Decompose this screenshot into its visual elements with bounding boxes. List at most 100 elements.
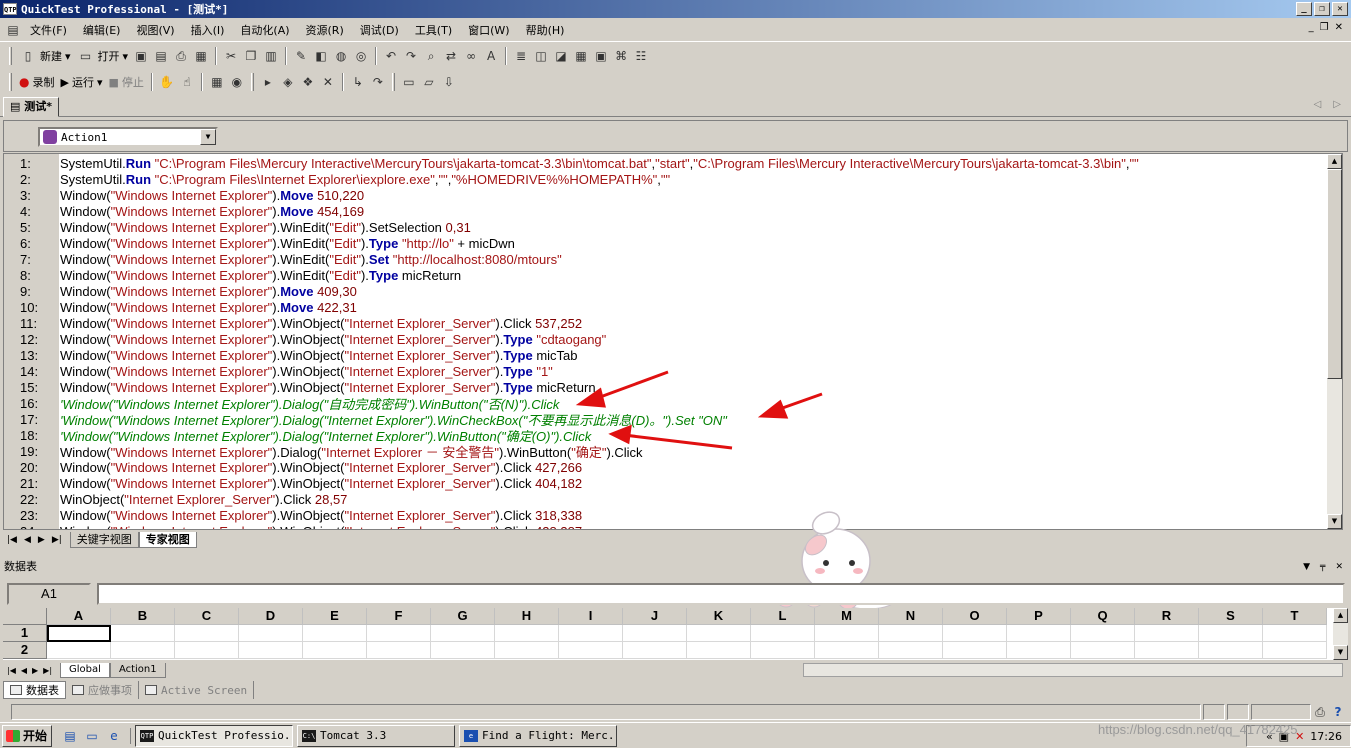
- open-button[interactable]: ▭ 打开 ▾: [75, 47, 131, 65]
- code-line[interactable]: 7: Window("Windows Internet Explorer").Wi…: [4, 251, 1332, 267]
- comment-icon[interactable]: ◫: [532, 47, 550, 65]
- menu-window[interactable]: 窗口(W): [460, 22, 517, 38]
- replace-icon[interactable]: ⇄: [442, 47, 460, 65]
- tab-todo[interactable]: 应做事项: [66, 681, 139, 699]
- grid-cell[interactable]: [751, 642, 815, 659]
- menu-insert[interactable]: 插入(I): [183, 22, 233, 38]
- scroll-up-button[interactable]: ▲: [1327, 154, 1342, 169]
- formula-input[interactable]: [97, 583, 1345, 605]
- task-qtp[interactable]: QTP QuickTest Professio...: [135, 724, 293, 747]
- column-header[interactable]: C: [175, 608, 239, 625]
- task-tomcat[interactable]: C:\ Tomcat 3.3: [297, 724, 455, 747]
- row-header[interactable]: 2: [3, 642, 47, 659]
- new-button[interactable]: ▯ 新建 ▾: [17, 47, 73, 65]
- outline-icon[interactable]: ≣: [512, 47, 530, 65]
- stop-button[interactable]: ■ 停止: [106, 74, 145, 90]
- task-ie[interactable]: e Find a Flight: Merc...: [459, 724, 617, 747]
- next-tab-icon[interactable]: ▶: [38, 535, 45, 545]
- grid-cell[interactable]: [431, 625, 495, 642]
- code-line[interactable]: 6: Window("Windows Internet Explorer").Wi…: [4, 235, 1332, 251]
- minimize-button[interactable]: _: [1296, 2, 1312, 16]
- close-button[interactable]: ✕: [1332, 2, 1348, 16]
- code-line[interactable]: 1: SystemUtil.Run "C:\Program Files\Mercu…: [4, 155, 1332, 171]
- mdi-restore-button[interactable]: ❐: [1320, 22, 1329, 33]
- show-desktop-icon[interactable]: ▤: [62, 728, 78, 744]
- insert-function-icon[interactable]: ❖: [299, 73, 317, 91]
- code-line[interactable]: 13: Window("Windows Internet Explorer").W…: [4, 347, 1332, 363]
- tab-data-table[interactable]: 数据表: [3, 681, 66, 699]
- code-line[interactable]: 2: SystemUtil.Run "C:\Program Files\Inter…: [4, 171, 1332, 187]
- grid-cell[interactable]: [751, 625, 815, 642]
- step-generator-icon[interactable]: ◎: [352, 47, 370, 65]
- column-header[interactable]: S: [1199, 608, 1263, 625]
- grid-scroll-up-button[interactable]: ▲: [1333, 608, 1348, 623]
- code-line[interactable]: 19: Window("Windows Internet Explorer").D…: [4, 443, 1332, 460]
- printer-icon[interactable]: ⎙: [1311, 703, 1329, 721]
- grid-cell[interactable]: [815, 642, 879, 659]
- help-icon[interactable]: ?: [1329, 703, 1347, 721]
- grid-cell[interactable]: [879, 625, 943, 642]
- window-icon[interactable]: ▭: [400, 73, 418, 91]
- ie-icon[interactable]: e: [106, 728, 122, 744]
- menu-view[interactable]: 视图(V): [128, 22, 182, 38]
- save-icon[interactable]: ▣: [132, 47, 150, 65]
- desktop-icon[interactable]: ▭: [84, 728, 100, 744]
- grid-cell[interactable]: [111, 642, 175, 659]
- column-header[interactable]: F: [367, 608, 431, 625]
- active-screen-icon[interactable]: ▣: [592, 47, 610, 65]
- column-header[interactable]: I: [559, 608, 623, 625]
- grid-corner[interactable]: [3, 608, 47, 625]
- grid-cell[interactable]: [303, 625, 367, 642]
- step-into-icon[interactable]: ↳: [349, 73, 367, 91]
- code-line[interactable]: 9: Window("Windows Internet Explorer").Mo…: [4, 283, 1332, 299]
- grid-cell[interactable]: [943, 642, 1007, 659]
- grid-cell[interactable]: [1263, 625, 1327, 642]
- scroll-down-button[interactable]: ▼: [1327, 514, 1342, 529]
- tab-keyword-view[interactable]: 关键字视图: [69, 532, 139, 548]
- grid-cell[interactable]: [431, 642, 495, 659]
- mdi-close-button[interactable]: ✕: [1335, 22, 1343, 33]
- menu-edit[interactable]: 编辑(E): [75, 22, 129, 38]
- grid-cell[interactable]: [1263, 642, 1327, 659]
- editor-vertical-scrollbar[interactable]: ▲ ▼: [1327, 154, 1342, 529]
- panel-menu-icon[interactable]: ▼: [1303, 559, 1310, 575]
- find-icon[interactable]: ⌕: [422, 47, 440, 65]
- folder-icon[interactable]: ▱: [420, 73, 438, 91]
- sheet-tab-global[interactable]: Global: [60, 662, 110, 678]
- prev-tab-icon[interactable]: ◀: [24, 535, 31, 545]
- tab-test[interactable]: ▤ 测试*: [3, 97, 59, 117]
- insert-transaction-icon[interactable]: ✕: [319, 73, 337, 91]
- code-line[interactable]: 8: Window("Windows Internet Explorer").Wi…: [4, 267, 1332, 283]
- grid-cell[interactable]: [239, 642, 303, 659]
- code-line[interactable]: 10: Window("Windows Internet Explorer").M…: [4, 299, 1332, 315]
- code-line[interactable]: 12: Window("Windows Internet Explorer").W…: [4, 331, 1332, 347]
- action-selector[interactable]: Action1 ▼: [38, 127, 218, 147]
- column-header[interactable]: L: [751, 608, 815, 625]
- column-header[interactable]: T: [1263, 608, 1327, 625]
- column-header[interactable]: D: [239, 608, 303, 625]
- insert-checkpoint-icon[interactable]: ▸: [259, 73, 277, 91]
- grid-cell[interactable]: [239, 625, 303, 642]
- tab-active-screen[interactable]: Active Screen: [139, 681, 255, 699]
- code-line[interactable]: 4: Window("Windows Internet Explorer").Mo…: [4, 203, 1332, 219]
- column-header[interactable]: O: [943, 608, 1007, 625]
- font-icon[interactable]: A: [482, 47, 500, 65]
- object-repository-icon[interactable]: ◧: [312, 47, 330, 65]
- grid-cell[interactable]: [879, 642, 943, 659]
- sheet-prev-icon[interactable]: ◀: [21, 666, 27, 675]
- grid-cell[interactable]: [111, 625, 175, 642]
- code-line[interactable]: 24:Window("Windows Internet Explorer").W…: [4, 523, 1332, 530]
- code-line[interactable]: 21: Window("Windows Internet Explorer").W…: [4, 475, 1332, 491]
- mdi-minimize-button[interactable]: _: [1309, 22, 1314, 33]
- grid-cell[interactable]: [175, 642, 239, 659]
- grid-cell[interactable]: [1007, 625, 1071, 642]
- code-line[interactable]: 22: WinObject("Internet Explorer_Server")…: [4, 491, 1332, 507]
- code-line[interactable]: 23: Window("Windows Internet Explorer").W…: [4, 507, 1332, 523]
- cut-icon[interactable]: ✂: [222, 47, 240, 65]
- checkpoint-icon[interactable]: ◉: [228, 73, 246, 91]
- grid-vertical-scrollbar[interactable]: ▲ ▼: [1333, 608, 1348, 660]
- grid-cell[interactable]: [687, 625, 751, 642]
- code-line[interactable]: 11: Window("Windows Internet Explorer").W…: [4, 315, 1332, 331]
- grid-cell[interactable]: [47, 642, 111, 659]
- grid-cell[interactable]: [1135, 625, 1199, 642]
